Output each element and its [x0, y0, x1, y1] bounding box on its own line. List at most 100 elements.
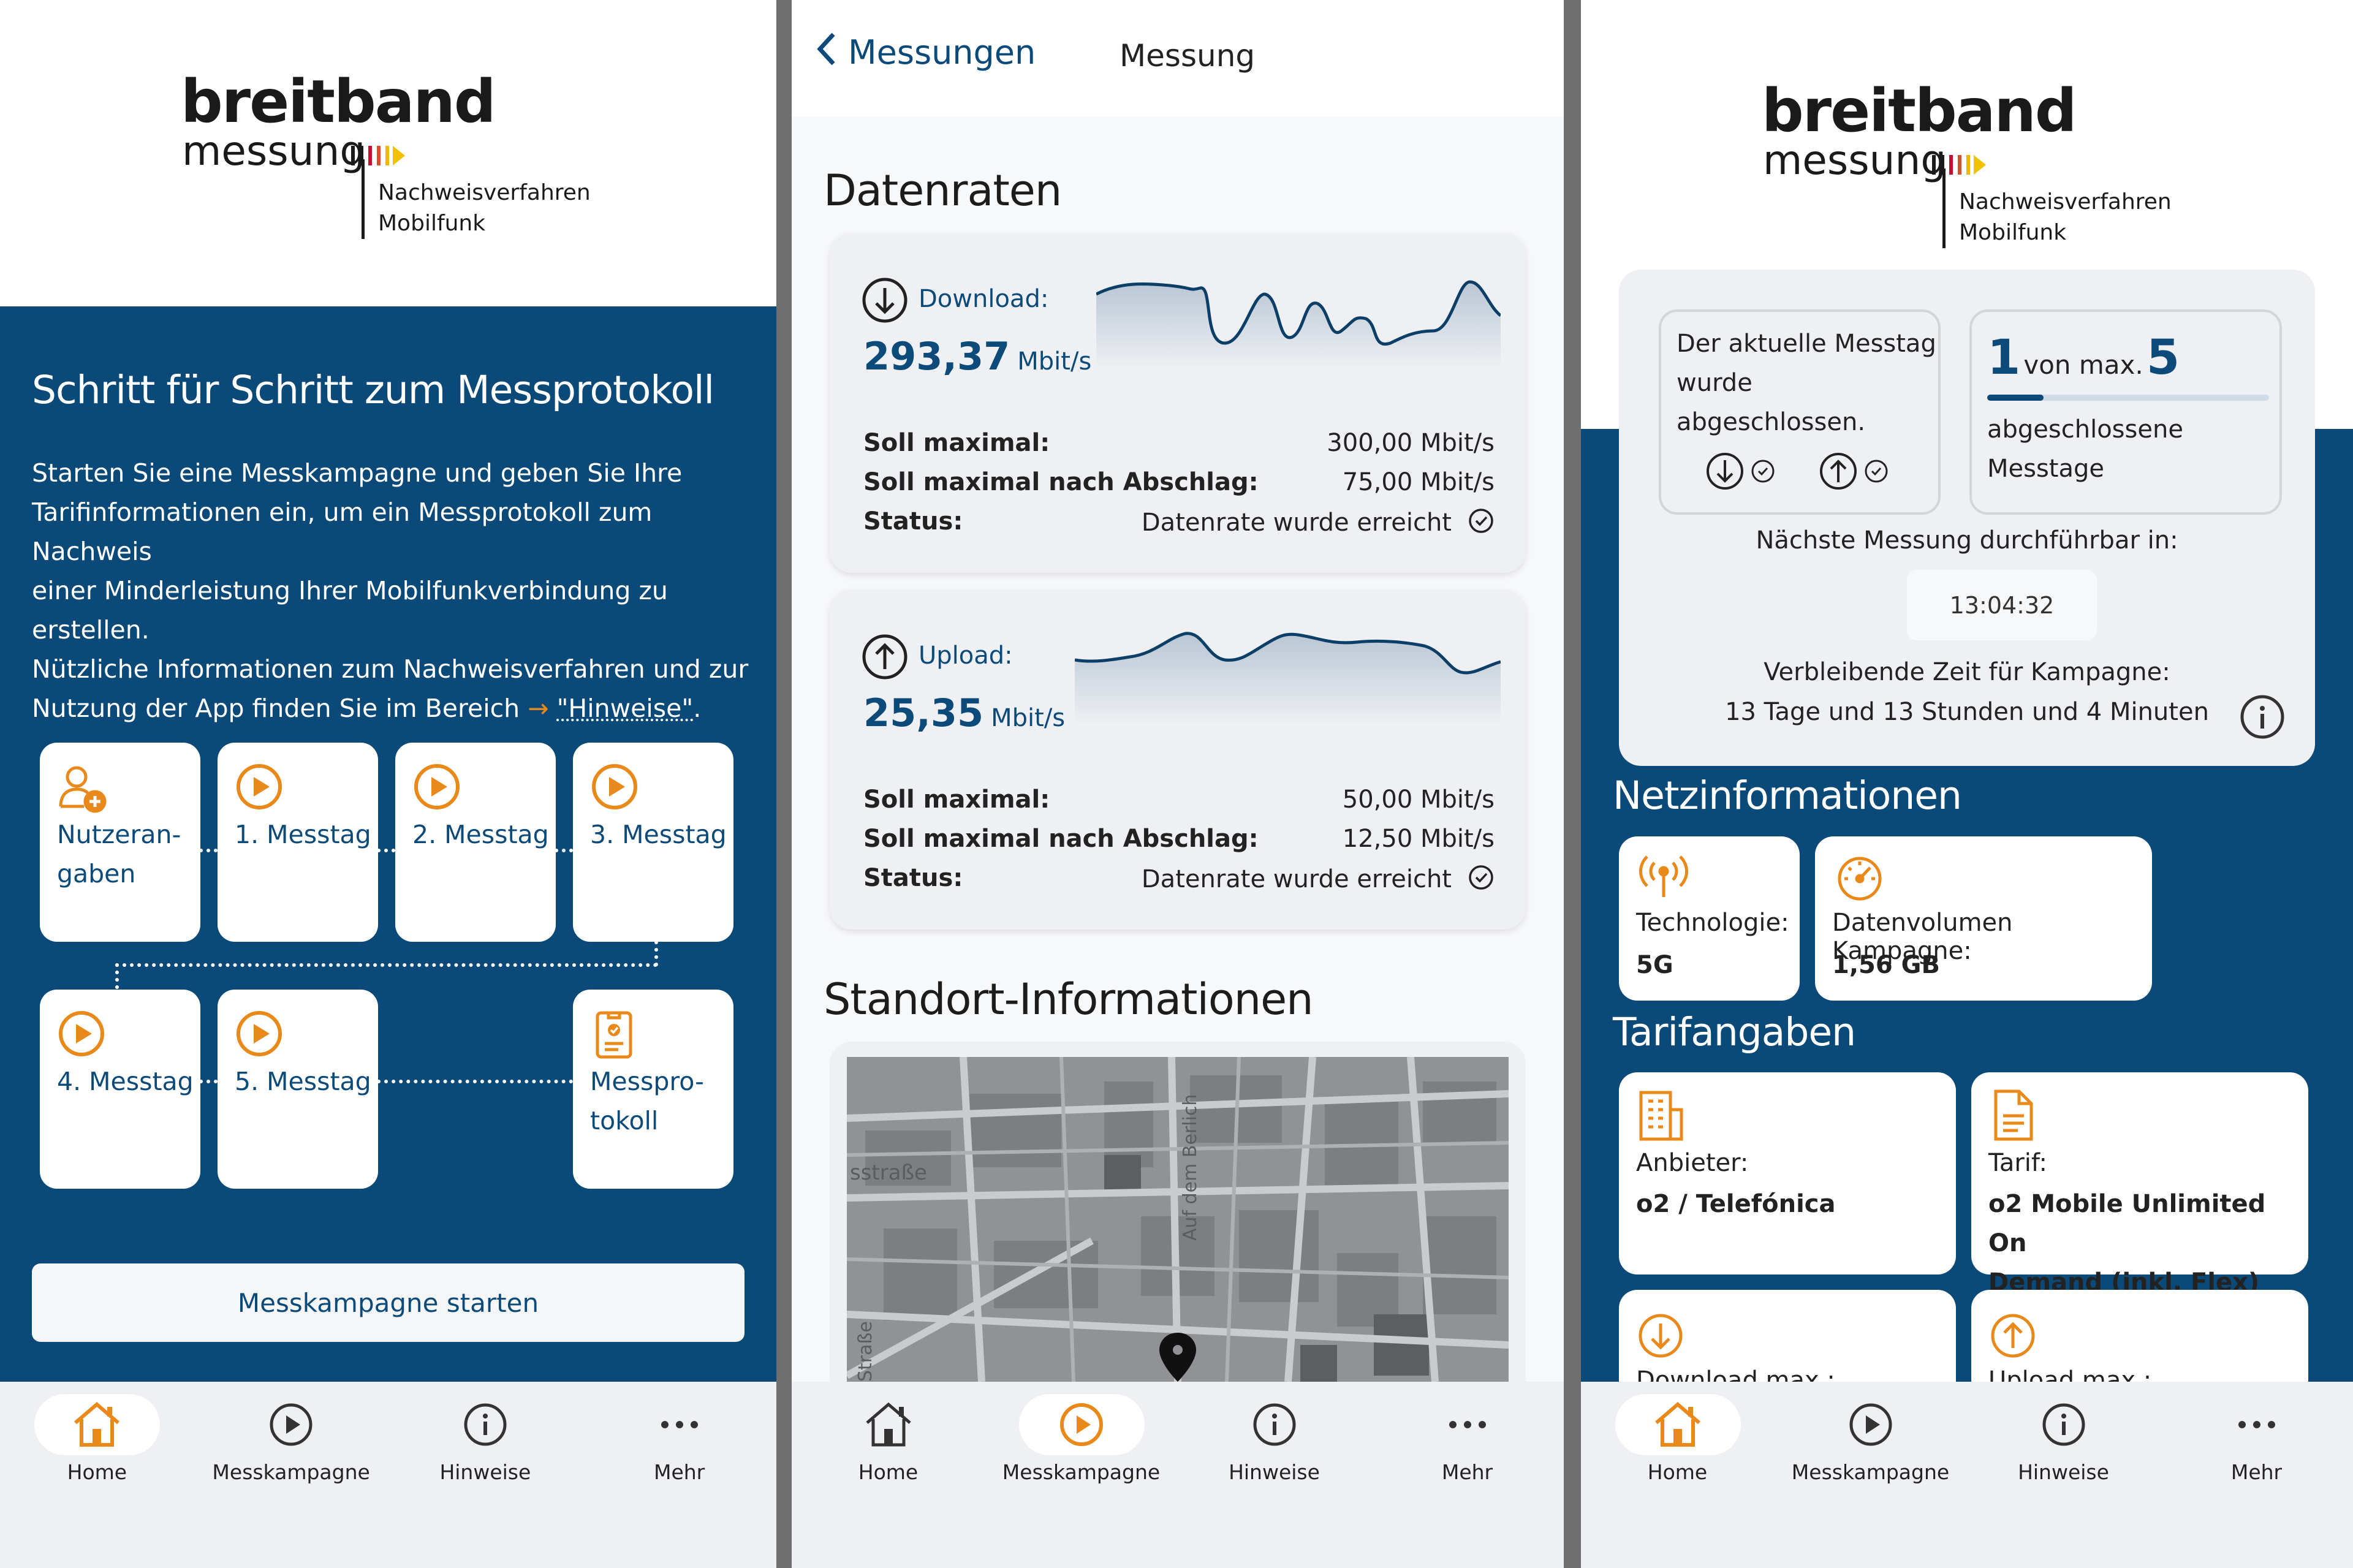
nav-label: Messkampagne: [212, 1460, 370, 1484]
logo-subtitle-line1: Nachweisverfahren: [378, 180, 591, 205]
nav-home[interactable]: Home: [0, 1382, 194, 1568]
document-icon: [1994, 1089, 2033, 1141]
day-completed-card: Der aktuelle Messtag wurde abgeschlossen…: [1659, 309, 1941, 515]
arrow-down-circle-icon: [862, 278, 907, 323]
upload-card: Upload: 25,35 Mbit/s Soll maximal: 50,00 M…: [830, 589, 1526, 930]
data-volume-card: Datenvolumen Kampagne: 1,56 GB: [1815, 836, 2152, 1001]
nav-label: Home: [1647, 1460, 1708, 1484]
completed-days-card: 1 von max. 5 abgeschlossene Messtage: [1969, 309, 2282, 515]
day-completed-text: Der aktuelle Messtag wurde abgeschlossen…: [1677, 324, 1936, 442]
location-map[interactable]: sstraße Auf dem Berlich Straße: [847, 1057, 1509, 1382]
user-add-icon: [59, 766, 107, 813]
back-button[interactable]: Messungen: [816, 31, 1036, 72]
logo-stripes-icon: [1932, 155, 1986, 175]
step-connector: [199, 1080, 218, 1083]
upload-unit: Mbit/s: [991, 704, 1066, 732]
map-street-label: Straße: [855, 1321, 876, 1382]
nav-label: Home: [858, 1460, 919, 1484]
download-sparkline: [1096, 280, 1501, 368]
nav-more[interactable]: Mehr: [2160, 1382, 2353, 1568]
nav-label: Home: [67, 1460, 127, 1484]
info-icon[interactable]: [2238, 692, 2287, 741]
upload-number: 25,35: [863, 691, 984, 735]
section-title-rates: Datenraten: [824, 165, 1062, 216]
spec-row: Soll maximal: 300,00 Mbit/s: [863, 429, 1495, 468]
technology-value: 5G: [1636, 951, 1673, 979]
play-circle-icon: [59, 1011, 104, 1056]
intro-line-text: Nutzung der App finden Sie im Bereich: [32, 694, 528, 723]
upload-label: Upload:: [919, 642, 1013, 670]
nav-home[interactable]: Home: [792, 1382, 985, 1568]
intro-line: Nutzung der App finden Sie im Bereich → …: [32, 689, 755, 728]
step-day-5[interactable]: 5. Messtag: [218, 990, 378, 1189]
nav-hints[interactable]: Hinweise: [1967, 1382, 2160, 1568]
text-line: wurde: [1677, 369, 1752, 397]
text-line: Messtage: [1987, 455, 2104, 483]
arrow-right-icon: →: [528, 694, 549, 723]
building-icon: [1639, 1091, 1683, 1141]
play-circle-icon: [1059, 1403, 1103, 1446]
nav-more[interactable]: Mehr: [582, 1382, 776, 1568]
spec-value: 12,50 Mbit/s: [1342, 825, 1495, 853]
hints-link[interactable]: "Hinweise": [557, 694, 694, 723]
logo-divider: [362, 159, 365, 239]
play-circle-icon: [237, 1011, 282, 1056]
text-line: abgeschlossene: [1987, 415, 2183, 444]
app-logo: breitband messung Nachweisverfahren Mobi…: [181, 67, 610, 245]
download-card: Download: 293,37 Mbit/s Soll maximal: 300,…: [830, 233, 1526, 573]
header-title: Messung: [1120, 38, 1256, 74]
nav-hints[interactable]: Hinweise: [388, 1382, 583, 1568]
count-max: 5: [2146, 330, 2180, 385]
logo-word-breitband: breitband: [1762, 77, 2077, 145]
step-label-line: Messpro-: [590, 1067, 704, 1096]
tariff-card: Tarif: o2 Mobile Unlimited On Demand (ink…: [1971, 1072, 2308, 1297]
nav-hints[interactable]: Hinweise: [1178, 1382, 1371, 1568]
status-value: Datenrate wurde erreicht: [1142, 864, 1495, 893]
play-circle-icon: [414, 764, 460, 809]
bottom-nav: Home Messkampagne Hinweise Mehr: [792, 1382, 1564, 1568]
intro-text: Starten Sie eine Messkampagne und geben …: [32, 453, 755, 728]
step-day-3[interactable]: 3. Messtag: [573, 743, 733, 942]
text-line: abgeschlossen.: [1677, 408, 1866, 436]
nav-campaign[interactable]: Messkampagne: [194, 1382, 388, 1568]
step-day-4[interactable]: 4. Messtag: [40, 990, 200, 1189]
step-protocol[interactable]: Messpro-tokoll: [573, 990, 733, 1189]
intro-line: Tarifinformationen ein, um ein Messproto…: [32, 498, 653, 566]
upload-sparkline: [1075, 632, 1501, 724]
nav-campaign[interactable]: Messkampagne: [985, 1382, 1178, 1568]
step-day-1[interactable]: 1. Messtag: [218, 743, 378, 942]
app-logo: breitband messung Nachweisverfahren Mobi…: [1762, 77, 2191, 254]
spec-value: 300,00 Mbit/s: [1327, 429, 1495, 457]
spec-row: Status: Datenrate wurde erreicht: [863, 864, 1495, 903]
step-label: 5. Messtag: [235, 1067, 371, 1096]
download-done-icon: [1707, 453, 1775, 490]
step-user-data[interactable]: Nutzeran-gaben: [40, 743, 200, 942]
section-title-network: Netzinformationen: [1613, 773, 1962, 818]
logo-subtitle-line2: Mobilfunk: [378, 211, 486, 236]
back-button-label: Messungen: [848, 33, 1036, 72]
spec-row: Soll maximal nach Abschlag: 75,00 Mbit/s: [863, 468, 1495, 507]
play-circle-icon: [270, 1403, 313, 1446]
step-label: 3. Messtag: [590, 820, 727, 849]
spec-value: 50,00 Mbit/s: [1342, 786, 1495, 814]
nav-campaign[interactable]: Messkampagne: [1774, 1382, 1967, 1568]
upload-done-icon: [1820, 453, 1888, 490]
remaining-time-label: Verbleibende Zeit für Kampagne:: [1764, 658, 2170, 686]
arrow-up-circle-icon: [1991, 1314, 2035, 1358]
section-title-location: Standort-Informationen: [824, 974, 1314, 1025]
nav-home[interactable]: Home: [1581, 1382, 1774, 1568]
spec-label: Soll maximal:: [863, 786, 1050, 814]
step-label-line: gaben: [57, 859, 136, 888]
step-day-2[interactable]: 2. Messtag: [395, 743, 556, 942]
step-label: 1. Messtag: [235, 820, 371, 849]
check-circle-icon: [1469, 509, 1493, 533]
tariff-value-line: o2 Mobile Unlimited On: [1988, 1190, 2266, 1257]
nav-label: Hinweise: [1229, 1460, 1320, 1484]
nav-more[interactable]: Mehr: [1371, 1382, 1564, 1568]
step-label: 4. Messtag: [57, 1067, 194, 1096]
start-campaign-button[interactable]: Messkampagne starten: [32, 1263, 745, 1342]
nav-label: Hinweise: [439, 1460, 531, 1484]
spec-label: Soll maximal:: [863, 429, 1050, 457]
arrow-up-circle-icon: [862, 634, 907, 680]
more-dots-icon: [2238, 1421, 2275, 1428]
